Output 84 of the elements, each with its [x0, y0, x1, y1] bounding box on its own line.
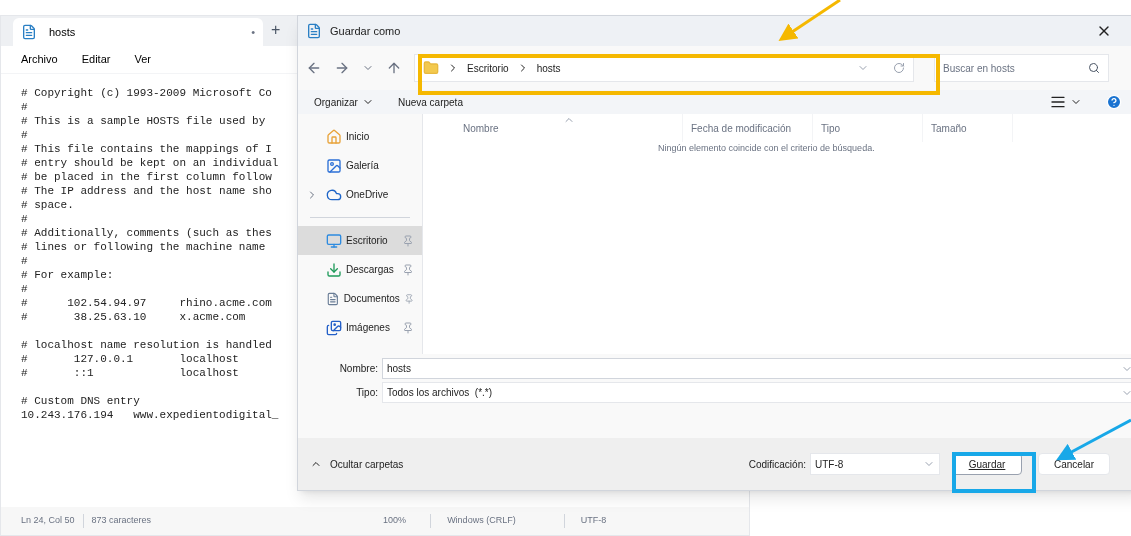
code-line: # ::1 localhost	[21, 366, 239, 380]
document-icon	[326, 290, 340, 307]
code-line: # 102.54.94.97 rhino.acme.com	[21, 296, 272, 310]
home-icon	[326, 128, 342, 145]
annotation-arrow	[778, 0, 841, 41]
list-icon	[1050, 94, 1066, 110]
breadcrumb-item[interactable]: Escritorio	[467, 60, 509, 76]
column-header[interactable]: Fecha de modificación	[683, 114, 813, 142]
column-header[interactable]: Tamaño	[923, 114, 1013, 142]
field-label: Tipo:	[355, 386, 378, 400]
document-tab[interactable]: hosts •	[13, 18, 263, 46]
new-tab-button[interactable]: +	[271, 18, 281, 42]
menu-item[interactable]: Ver	[134, 51, 151, 68]
folder-icon	[423, 60, 439, 76]
file-name-input[interactable]: hosts	[387, 361, 1121, 376]
breadcrumb-item[interactable]: hosts	[536, 60, 849, 76]
status-text: 100%	[383, 514, 407, 528]
view-options-button[interactable]	[1050, 94, 1082, 110]
pin-icon	[402, 321, 414, 334]
status-text: 873 caracteres	[82, 514, 152, 528]
cancel-button[interactable]: Cancelar	[1038, 453, 1110, 475]
file-name-field[interactable]: hosts	[382, 358, 1131, 379]
nav-item[interactable]: Imágenes	[298, 313, 422, 342]
picture-icon	[326, 319, 342, 336]
pin-icon	[402, 263, 414, 276]
search-input[interactable]: Buscar en hosts	[943, 60, 1088, 76]
tab-title: hosts	[49, 24, 77, 40]
code-line: #	[21, 282, 28, 296]
nav-item[interactable]: Escritorio	[298, 226, 422, 255]
help-icon[interactable]	[1106, 94, 1122, 110]
nav-item[interactable]: Galería	[322, 153, 383, 178]
menu-item[interactable]: Editar	[81, 51, 111, 68]
picture-icon	[326, 157, 342, 174]
column-header[interactable]: Nombre	[423, 114, 683, 142]
field-label: Nombre:	[338, 362, 378, 376]
empty-message: Ningún elemento coincide con el criterio de búsqueda.	[658, 142, 875, 155]
code-line: # The IP address and the host name sho	[21, 184, 272, 198]
status-text: Ln 24, Col 50	[21, 514, 75, 528]
status-text: Windows (CRLF)	[430, 514, 516, 528]
file-type-dropdown[interactable]: Todos los archivos (*.*)	[382, 382, 1131, 403]
forward-button[interactable]	[334, 60, 350, 76]
pin-icon	[402, 234, 414, 247]
code-line: # 38.25.63.10 x.acme.com	[21, 310, 246, 324]
search-field[interactable]: Buscar en hosts	[934, 54, 1109, 82]
status-text: UTF-8	[563, 514, 607, 528]
hide-folders-button[interactable]: Ocultar carpetas	[310, 456, 404, 472]
encoding-dropdown[interactable]: UTF-8	[810, 453, 940, 475]
code-line: 10.243.176.194 www.expedientodigital_	[21, 408, 279, 422]
code-line: # Copyright (c) 1993-2009 Microsoft Co	[21, 86, 272, 100]
column-header[interactable]: Tipo	[813, 114, 923, 142]
code-line: # localhost name resolution is handled	[21, 338, 272, 352]
code-line: # space.	[21, 198, 74, 212]
code-line: #	[21, 128, 28, 142]
field-label: Codificación:	[748, 457, 806, 472]
nav-item[interactable]: Inicio	[322, 124, 374, 149]
pin-icon	[403, 292, 414, 305]
code-line: # Additionally, comments (such as thes	[21, 226, 272, 240]
code-line: # 127.0.0.1 localhost	[21, 352, 239, 366]
code-line: #	[21, 254, 28, 268]
code-line: # This file contains the mappings of I	[21, 142, 272, 156]
code-line: # Custom DNS entry	[21, 394, 140, 408]
new-folder-button[interactable]: Nueva carpeta	[397, 94, 463, 110]
unsaved-mark: •	[251, 24, 255, 40]
notepad-icon	[306, 23, 322, 39]
organize-menu[interactable]: Organizar	[314, 94, 374, 110]
dialog-title: Guardar como	[330, 23, 402, 39]
search-icon	[1088, 62, 1100, 74]
code-line: # entry should be kept on an individual	[21, 156, 279, 170]
download-icon	[326, 261, 342, 278]
menu-item[interactable]: Archivo	[21, 51, 58, 68]
code-line: # be placed in the first column follow	[21, 170, 272, 184]
code-line: # lines or following the machine name	[21, 240, 266, 254]
nav-item[interactable]: OneDrive	[322, 182, 393, 207]
code-line: #	[21, 212, 28, 226]
back-button[interactable]	[306, 60, 322, 76]
nav-item[interactable]: Documentos	[298, 284, 422, 313]
code-line: # For example:	[21, 268, 114, 282]
up-button[interactable]	[386, 60, 402, 76]
code-line: #	[21, 100, 28, 114]
monitor-icon	[326, 232, 342, 249]
code-line: # This is a sample HOSTS file used by	[21, 114, 266, 128]
nav-item[interactable]: Descargas	[298, 255, 422, 284]
notepad-icon	[21, 24, 37, 40]
refresh-icon[interactable]	[893, 62, 905, 74]
